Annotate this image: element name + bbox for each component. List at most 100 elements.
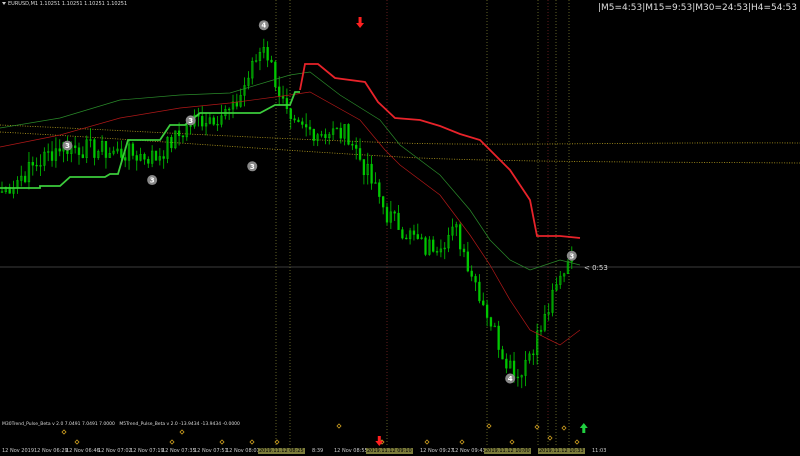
candle-body: [482, 300, 485, 306]
time-tick-label: 12 Nov 06:46: [66, 448, 100, 454]
candle-body: [362, 159, 366, 176]
candle-body: [297, 119, 300, 123]
signal-dot-icon: [249, 439, 255, 445]
candle-body: [181, 135, 185, 138]
wave-count-marker: 3: [566, 250, 577, 261]
time-tick-label: 8:39: [312, 448, 324, 454]
wave-count-marker: 3: [62, 140, 73, 151]
signal-dot-icon: [574, 439, 580, 445]
candle-body: [162, 156, 165, 159]
signal-dot-icon: [179, 429, 185, 435]
trend-line-green: [0, 91, 300, 189]
indicator-pane[interactable]: M30Trend_Pulse_Beta v 2.0 7.0491 7.0491 …: [0, 420, 800, 447]
wave-count-label: 4: [261, 22, 266, 30]
time-tick-label: 2019.11.12 10:33: [538, 448, 585, 454]
candle-body: [339, 127, 342, 139]
candle-body: [212, 117, 215, 125]
candle-body: [501, 349, 504, 360]
candle-body: [147, 158, 150, 164]
price-chart-canvas[interactable]: 4 3 3 3 3 3 4: [0, 0, 800, 420]
candle-body: [135, 155, 138, 161]
candle-body: [497, 325, 500, 350]
chevron-down-icon[interactable]: [2, 2, 6, 5]
symbol-ohlc: EURUSD,M1 1.10251 1.10251 1.10251 1.1025…: [8, 1, 128, 7]
candle-body: [77, 147, 81, 155]
time-tick-label: 12 Nov 08:55: [334, 448, 368, 454]
time-tick-label: 12 Nov 06:29: [34, 448, 68, 454]
candle-body: [301, 121, 304, 125]
wave-count-marker: 4: [505, 373, 516, 384]
time-tick-label: 12 Nov 2019: [2, 448, 35, 454]
time-tick-label: 2019.11.12 10:00: [484, 448, 531, 454]
candle-body: [274, 61, 277, 88]
symbol-header: EURUSD,M1 1.10251 1.10251 1.10251 1.1025…: [2, 1, 127, 7]
candle-body: [489, 317, 493, 327]
candle-body: [93, 139, 96, 158]
candle-body: [397, 212, 400, 230]
candle-body: [74, 145, 77, 148]
wave-count-label: 3: [65, 142, 70, 150]
candle-body: [31, 162, 34, 166]
candle-body: [281, 96, 285, 99]
candle-body: [154, 150, 158, 161]
signal-dot-icon: [336, 423, 342, 429]
candle-body: [435, 251, 439, 253]
time-tick-label: 12 Nov 09:27: [420, 448, 454, 454]
time-tick-label: 12 Nov 08:07: [226, 448, 260, 454]
time-tick-label: 11:03: [592, 448, 607, 454]
price-chart-pane[interactable]: 4 3 3 3 3 3 4 EURUSD,M1 1.10251 1.10251 1.1025…: [0, 0, 800, 420]
candle-body: [416, 234, 419, 239]
sell-arrow-icon: [375, 436, 384, 446]
signal-dot-icon: [219, 439, 225, 445]
candle-body: [493, 325, 496, 328]
wave-count-label: 4: [508, 375, 513, 383]
candle-body: [35, 164, 38, 167]
timeframe-timer: |M5=4:53|M15=9:53|M30=24:53|H4=54:53: [597, 3, 797, 13]
signal-dot-icon: [424, 439, 430, 445]
candle-body: [412, 230, 416, 235]
current-price-label: < 0:53: [584, 264, 608, 272]
indicator-legend: M30Trend_Pulse_Beta v 2.0 7.0491 7.0491 …: [2, 422, 243, 427]
wave-count-marker: 3: [147, 175, 158, 186]
time-tick-label: 12 Nov 07:35: [162, 448, 196, 454]
wave-count-label: 3: [188, 117, 193, 125]
candle-body: [393, 211, 396, 214]
indicator-legend-m5: M5Trend_Pulse_Beta v 2.0 -13.9434 -13.94…: [119, 422, 240, 427]
candle-body: [382, 196, 385, 208]
candle-body: [23, 175, 27, 183]
time-tick-label: 12 Nov 07:51: [194, 448, 228, 454]
time-tick-label: 12 Nov 07:02: [98, 448, 132, 454]
sell-arrow-icon: [356, 17, 365, 28]
wave-count-label: 3: [569, 252, 574, 260]
candle-body: [355, 144, 358, 149]
chart-window[interactable]: 4 3 3 3 3 3 4 EURUSD,M1 1.10251 1.10251 1.1025…: [0, 0, 800, 456]
time-tick-label: 2019.11.12 09:10: [366, 448, 413, 454]
candle-body: [532, 353, 535, 355]
candle-body: [270, 59, 273, 63]
candle-body: [358, 148, 362, 160]
buy-arrow-icon: [579, 423, 588, 433]
moving-average-dotted-2: [0, 131, 800, 164]
wave-count-marker: 3: [185, 115, 196, 126]
candle-body: [278, 86, 281, 97]
wave-count-label: 3: [150, 177, 155, 185]
wave-count-marker: 4: [258, 20, 269, 31]
time-axis: 12 Nov 2019 12 Nov 06:29 12 Nov 06:46 12 No…: [0, 447, 800, 456]
candle-body: [505, 358, 508, 369]
wave-count-label: 3: [250, 163, 255, 171]
signal-dot-icon: [509, 439, 515, 445]
signal-dot-icon: [547, 435, 553, 441]
candle-body: [305, 124, 308, 128]
candle-body: [120, 148, 123, 158]
candle-body: [189, 125, 192, 127]
candle-body: [58, 148, 61, 152]
candle-body: [459, 224, 462, 250]
candle-body: [289, 108, 292, 120]
candle-body: [170, 137, 173, 149]
candle-body: [104, 141, 108, 158]
candle-body: [466, 251, 470, 272]
candle-body: [485, 304, 489, 318]
candle-body: [478, 281, 481, 302]
candle-body: [143, 154, 146, 160]
candle-body: [405, 237, 408, 240]
